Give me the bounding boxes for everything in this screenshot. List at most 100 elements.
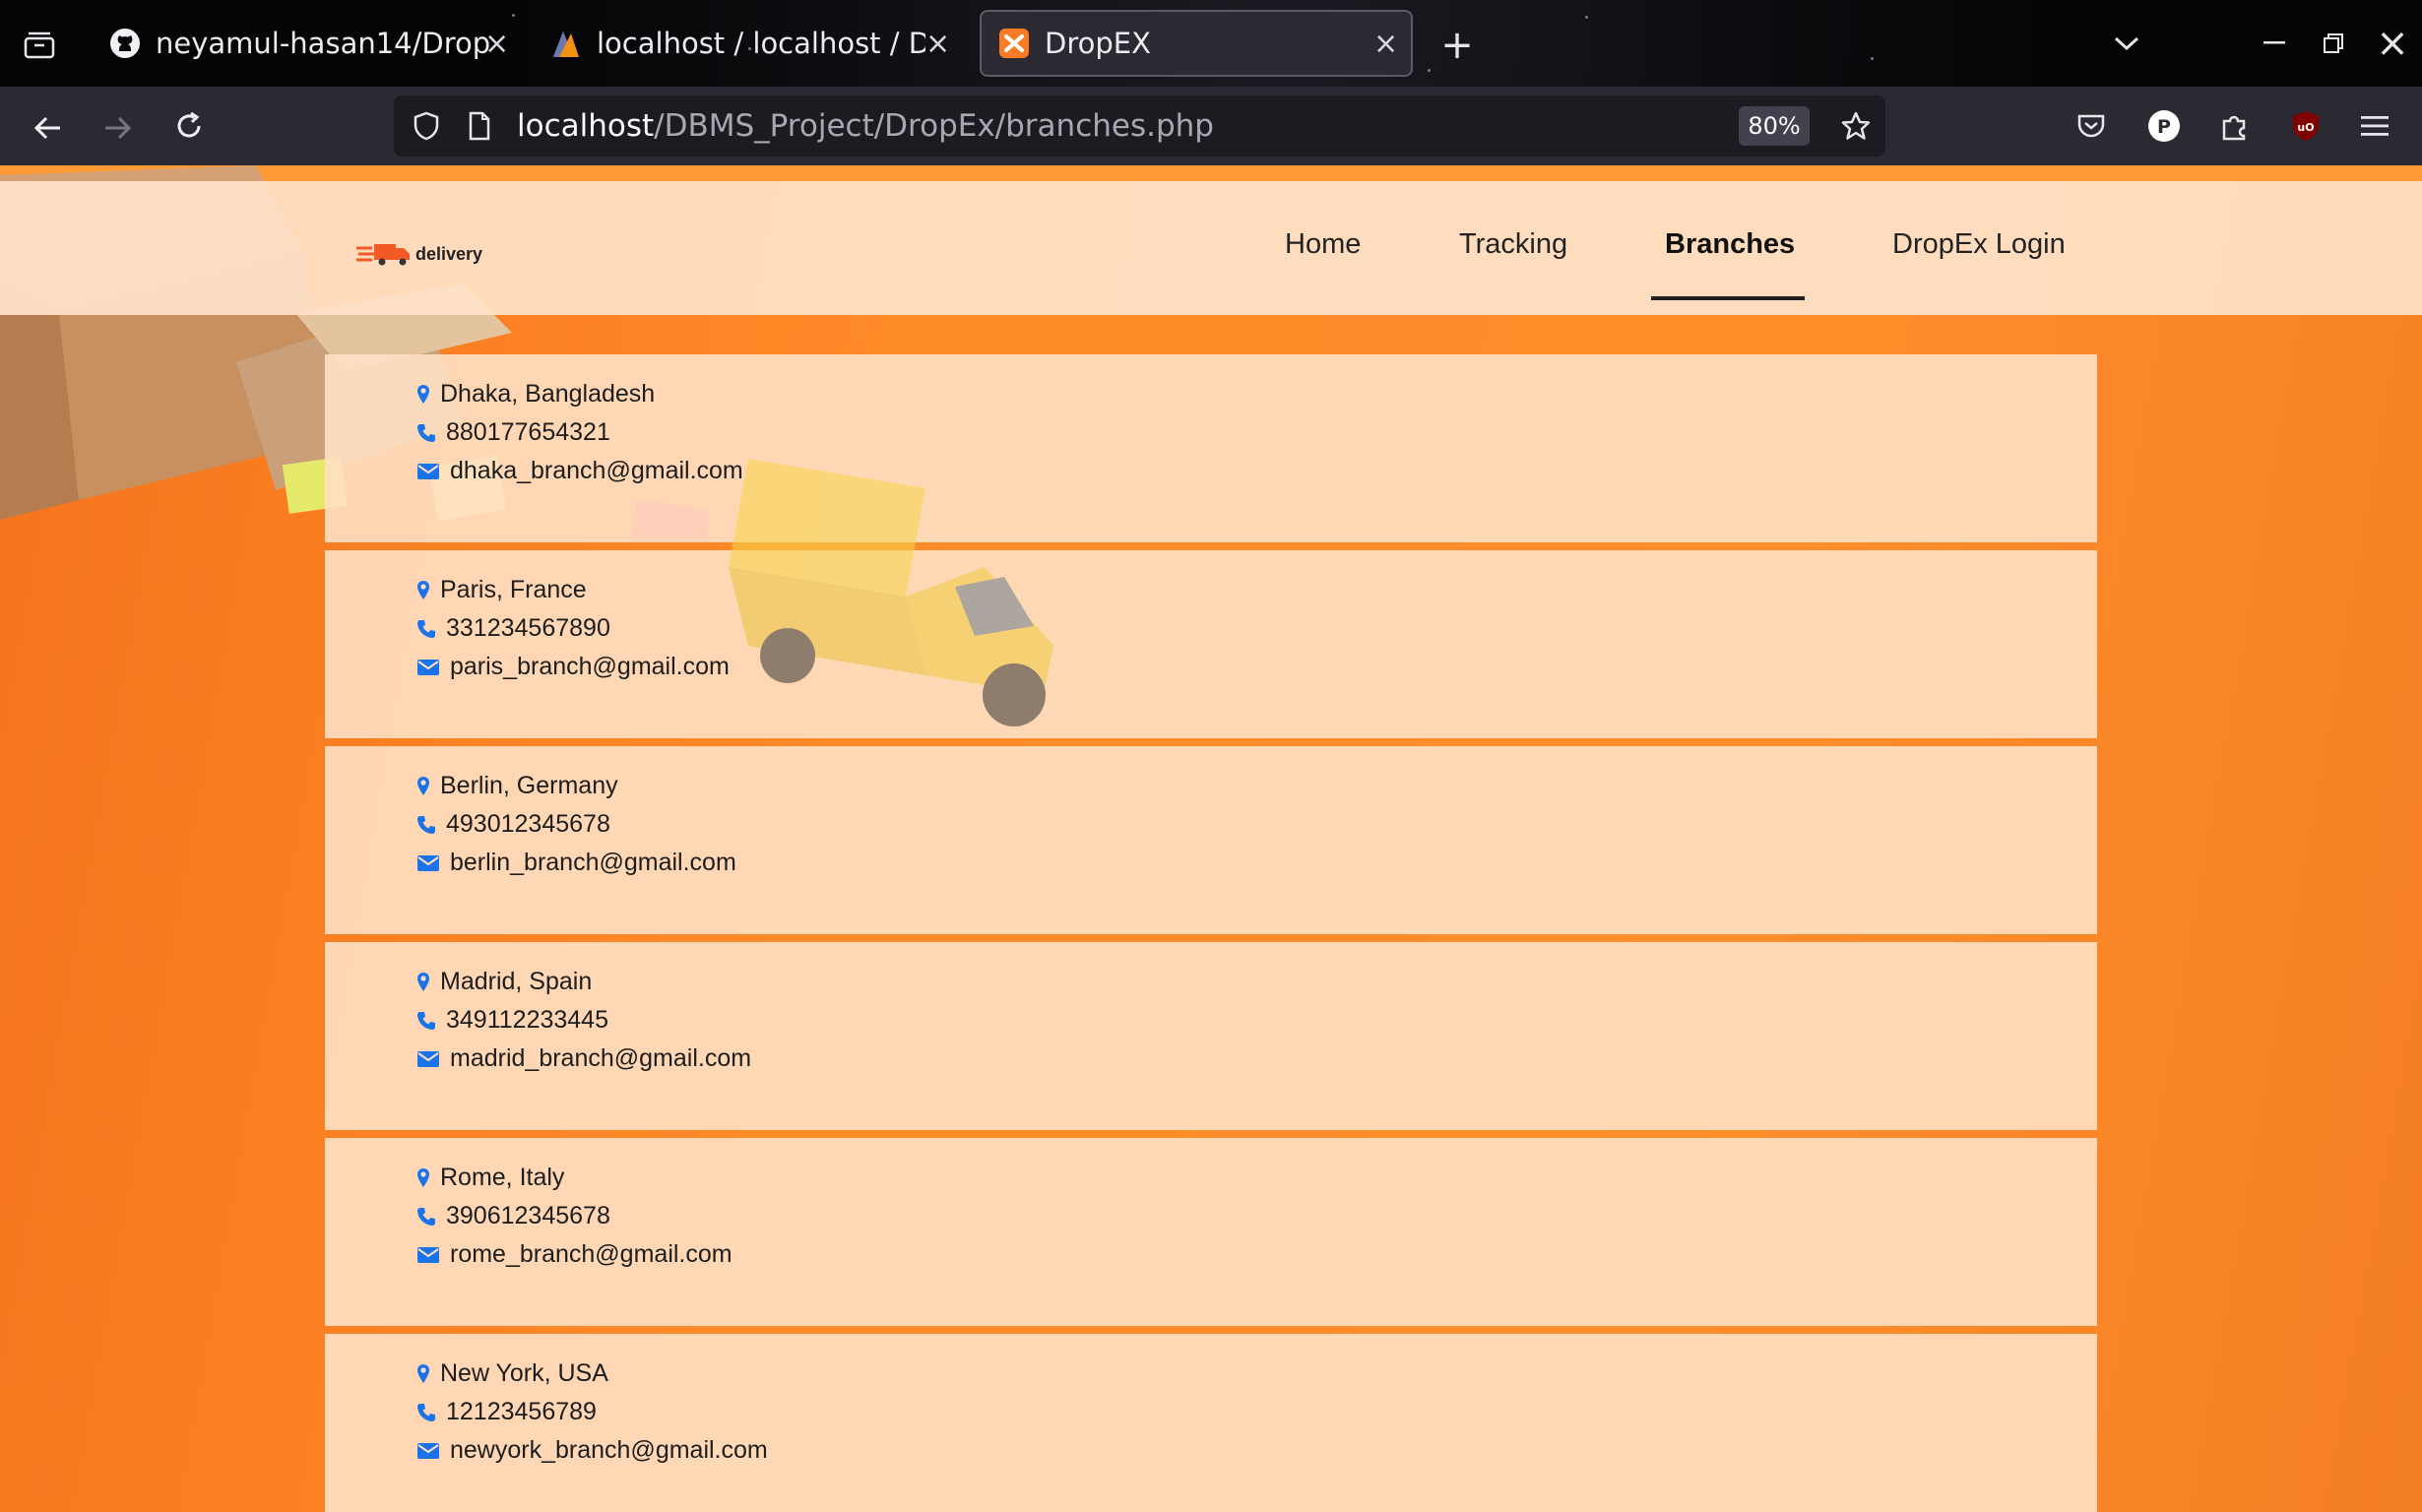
branch-card: Madrid, Spain 349112233445 madrid_branch@g…: [325, 942, 2097, 1130]
branch-location-row: New York, USA: [416, 1359, 608, 1388]
map-pin-icon: [416, 384, 430, 406]
toy-truck-illustration: [729, 459, 1053, 726]
branch-phone: 331234567890: [446, 614, 610, 642]
branch-location: New York, USA: [440, 1359, 608, 1387]
phone-icon: [416, 619, 436, 639]
background-star: [1585, 16, 1588, 19]
envelope-icon: [416, 1050, 440, 1068]
tab-title: DropEX: [1045, 27, 1151, 60]
branch-card: Rome, Italy 390612345678 rome_branch@gmail…: [325, 1138, 2097, 1326]
phone-icon: [416, 423, 436, 443]
address-bar[interactable]: localhost/DBMS_Project/DropEx/branches.p…: [394, 95, 1885, 157]
firefox-view-icon[interactable]: [20, 26, 59, 65]
phone-icon: [416, 1207, 436, 1227]
close-tab-icon[interactable]: ×: [925, 27, 950, 61]
map-pin-icon: [416, 972, 430, 993]
extensions-puzzle-icon[interactable]: [2215, 106, 2255, 146]
branch-email[interactable]: madrid_branch@gmail.com: [450, 1044, 751, 1073]
branch-phone: 880177654321: [446, 418, 610, 446]
branch-email-row: rome_branch@gmail.com: [416, 1240, 733, 1269]
bookmark-star-icon[interactable]: [1837, 107, 1875, 145]
close-window-icon[interactable]: ×: [2373, 21, 2412, 66]
branch-email[interactable]: rome_branch@gmail.com: [450, 1240, 733, 1269]
branch-location-row: Madrid, Spain: [416, 968, 592, 996]
new-tab-button[interactable]: +: [1437, 23, 1477, 68]
branch-location-row: Berlin, Germany: [416, 772, 618, 800]
branch-location: Rome, Italy: [440, 1164, 565, 1191]
page-info-icon[interactable]: [463, 109, 496, 143]
zoom-level-badge[interactable]: 80%: [1739, 106, 1810, 146]
branch-email[interactable]: newyork_branch@gmail.com: [450, 1436, 768, 1465]
delivery-logo[interactable]: delivery: [356, 240, 482, 268]
branch-phone-row: 12123456789: [416, 1398, 597, 1426]
envelope-icon: [416, 1442, 440, 1460]
pocket-icon[interactable]: [2071, 106, 2111, 146]
nav-link-branches[interactable]: Branches: [1665, 228, 1795, 261]
phpmyadmin-icon: [549, 27, 583, 60]
xampp-icon: [997, 27, 1031, 60]
map-pin-icon: [416, 1363, 430, 1385]
branch-location: Berlin, Germany: [440, 772, 618, 799]
minimize-window-icon[interactable]: [2255, 24, 2294, 63]
logo-text: delivery: [415, 243, 483, 264]
map-pin-icon: [416, 580, 430, 601]
restore-window-icon[interactable]: [2314, 24, 2353, 63]
map-pin-icon: [416, 776, 430, 797]
background-star: [1428, 69, 1431, 72]
phone-icon: [416, 1403, 436, 1422]
branch-phone-row: 493012345678: [416, 810, 610, 839]
tab-phpmyadmin[interactable]: localhost / localhost / Dro ×: [512, 10, 955, 77]
envelope-icon: [416, 659, 440, 676]
close-tab-icon[interactable]: ×: [484, 27, 509, 61]
list-all-tabs-icon[interactable]: [2107, 24, 2146, 63]
branch-phone: 12123456789: [446, 1398, 597, 1425]
branch-phone: 349112233445: [446, 1006, 608, 1034]
tab-dropex[interactable]: DropEX ×: [980, 10, 1413, 77]
application-menu-icon[interactable]: [2355, 106, 2394, 146]
url-path: /DBMS_Project/DropEx/branches.php: [654, 108, 1214, 144]
close-tab-icon[interactable]: ×: [1373, 27, 1398, 61]
branch-location: Madrid, Spain: [440, 968, 593, 995]
tab-title: localhost / localhost / Dro: [597, 27, 925, 60]
svg-text:uO: uO: [2297, 121, 2314, 134]
nav-link-dropex-login[interactable]: DropEx Login: [1892, 228, 2066, 261]
tab-title: neyamul-hasan14/DropEx: [156, 27, 490, 60]
active-nav-underline: [1651, 296, 1805, 300]
svg-text:P: P: [2157, 116, 2171, 138]
envelope-icon: [416, 854, 440, 872]
ublock-origin-icon[interactable]: uO: [2286, 106, 2326, 146]
browser-navigation-bar: localhost/DBMS_Project/DropEx/branches.p…: [0, 87, 2422, 165]
branch-email-row: madrid_branch@gmail.com: [416, 1044, 751, 1073]
forward-arrow-icon[interactable]: [96, 106, 140, 150]
phone-icon: [416, 815, 436, 835]
branch-phone: 493012345678: [446, 810, 610, 838]
branch-email-row: newyork_branch@gmail.com: [416, 1436, 768, 1465]
branch-phone-row: 349112233445: [416, 1006, 608, 1035]
delivery-truck-logo-icon: [356, 244, 410, 266]
nav-link-home[interactable]: Home: [1285, 228, 1361, 261]
phone-icon: [416, 1011, 436, 1031]
branch-phone-row: 331234567890: [416, 614, 610, 643]
map-pin-icon: [416, 1167, 430, 1189]
branch-card: New York, USA 12123456789 newyork_branch@g…: [325, 1334, 2097, 1512]
branch-location-row: Dhaka, Bangladesh: [416, 380, 655, 409]
branch-email-row: berlin_branch@gmail.com: [416, 849, 736, 877]
url-text[interactable]: localhost/DBMS_Project/DropEx/branches.p…: [517, 108, 1214, 144]
branch-email[interactable]: berlin_branch@gmail.com: [450, 849, 736, 877]
nav-link-tracking[interactable]: Tracking: [1459, 228, 1567, 261]
tab-github[interactable]: neyamul-hasan14/DropEx ×: [71, 10, 514, 77]
background-star: [1871, 57, 1874, 60]
github-icon: [108, 27, 142, 60]
branch-card: Berlin, Germany 493012345678 berlin_branch…: [325, 746, 2097, 934]
site-header: delivery Home Tracking Branches DropEx L…: [0, 181, 2422, 315]
shield-icon[interactable]: [410, 109, 443, 143]
branch-phone: 390612345678: [446, 1202, 610, 1229]
profile-avatar-icon[interactable]: P: [2144, 106, 2184, 146]
branch-phone-row: 880177654321: [416, 418, 610, 447]
branch-list: Dhaka, Bangladesh 880177654321 dhaka_branc…: [325, 354, 2097, 1512]
page-viewport: delivery Home Tracking Branches DropEx L…: [0, 165, 2422, 1512]
back-arrow-icon[interactable]: [26, 106, 69, 150]
browser-tab-bar: neyamul-hasan14/DropEx × localhost / loc…: [0, 0, 2422, 87]
reload-icon[interactable]: [167, 104, 211, 148]
branch-card: Paris, France 331234567890 paris_branch@gm…: [325, 550, 2097, 738]
